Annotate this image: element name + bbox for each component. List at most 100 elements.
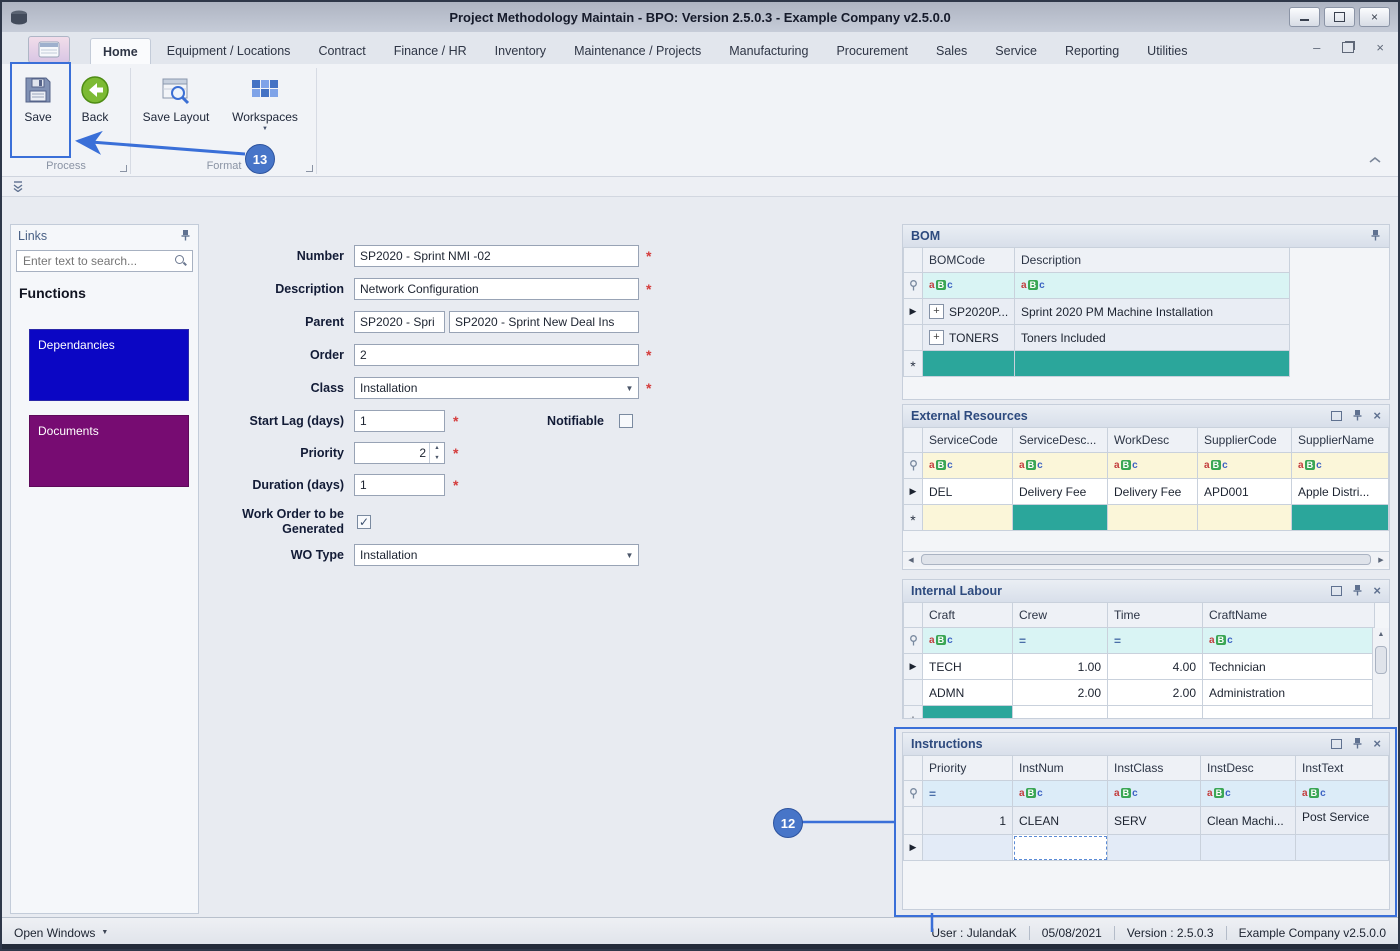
tab-service[interactable]: Service (983, 38, 1049, 64)
er-horizontal-scrollbar[interactable]: ◀ ▶ (903, 551, 1389, 567)
il-new-cell[interactable] (923, 706, 1013, 718)
maximize-button[interactable] (1324, 7, 1355, 27)
er-filter-cell[interactable]: aBc (1292, 453, 1389, 479)
er-cell[interactable]: APD001 (1198, 479, 1292, 505)
il-cell[interactable]: 1.00 (1013, 654, 1108, 680)
inst-edit-cell[interactable] (923, 835, 1013, 861)
minimize-button[interactable] (1289, 7, 1320, 27)
inst-edit-cell[interactable] (1296, 835, 1389, 861)
description-input[interactable] (354, 278, 639, 300)
il-cell[interactable]: 2.00 (1013, 680, 1108, 706)
il-filter-cell[interactable]: = (1108, 628, 1203, 654)
order-input[interactable] (354, 344, 639, 366)
close-panel-icon[interactable]: × (1373, 737, 1381, 750)
expand-plus-icon[interactable]: + (929, 304, 944, 319)
il-cell[interactable]: Technician (1203, 654, 1375, 680)
bom-filter-description[interactable]: aBc (1015, 273, 1290, 299)
inst-cell-insttext[interactable]: Post Service (1296, 807, 1389, 835)
inst-filter-cell[interactable]: aBc (1296, 781, 1389, 807)
er-new-cell[interactable] (1198, 505, 1292, 531)
tab-inventory[interactable]: Inventory (483, 38, 558, 64)
tab-procurement[interactable]: Procurement (824, 38, 920, 64)
bom-new-cell[interactable] (1015, 351, 1290, 377)
parent-code-input[interactable] (354, 311, 445, 333)
class-dropdown[interactable]: Installation ▼ (354, 377, 639, 399)
inst-edit-cell[interactable] (1108, 835, 1201, 861)
process-dialog-launcher-icon[interactable] (120, 165, 127, 172)
workspaces-button[interactable]: Workspaces ▼ (222, 68, 308, 154)
inst-column-priority[interactable]: Priority (923, 755, 1013, 781)
er-filter-cell[interactable]: aBc (1013, 453, 1108, 479)
il-column-time[interactable]: Time (1108, 602, 1203, 628)
il-vertical-scrollbar[interactable]: ▲ (1372, 628, 1389, 718)
inst-cell-instclass[interactable]: SERV (1108, 807, 1201, 835)
il-column-crew[interactable]: Crew (1013, 602, 1108, 628)
tab-manufacturing[interactable]: Manufacturing (717, 38, 820, 64)
open-windows-button[interactable]: Open Windows ▼ (14, 926, 108, 940)
scrollbar-thumb[interactable] (921, 554, 1371, 565)
work-order-generated-checkbox[interactable]: ✓ (357, 515, 371, 529)
il-new-cell[interactable] (1013, 706, 1108, 718)
scrollbar-thumb[interactable] (1375, 646, 1387, 674)
er-filter-cell[interactable]: aBc (1198, 453, 1292, 479)
er-cell[interactable]: DEL (923, 479, 1013, 505)
tab-reporting[interactable]: Reporting (1053, 38, 1131, 64)
wo-type-dropdown[interactable]: Installation ▼ (354, 544, 639, 566)
tab-utilities[interactable]: Utilities (1135, 38, 1199, 64)
inst-cell-instdesc[interactable]: Clean Machi... (1201, 807, 1296, 835)
tab-home[interactable]: Home (90, 38, 151, 64)
tab-contract[interactable]: Contract (306, 38, 377, 64)
scroll-right-icon[interactable]: ▶ (1373, 556, 1389, 564)
close-panel-icon[interactable]: × (1373, 584, 1381, 597)
er-cell[interactable]: Delivery Fee (1108, 479, 1198, 505)
bom-cell-code[interactable]: + TONERS (923, 325, 1015, 351)
er-new-cell[interactable] (1108, 505, 1198, 531)
er-column-servicecode[interactable]: ServiceCode (923, 427, 1013, 453)
tab-maintenance-projects[interactable]: Maintenance / Projects (562, 38, 713, 64)
er-filter-cell[interactable]: aBc (923, 453, 1013, 479)
tab-equipment-locations[interactable]: Equipment / Locations (155, 38, 303, 64)
il-cell[interactable]: 4.00 (1108, 654, 1203, 680)
maximize-panel-icon[interactable] (1331, 586, 1343, 596)
er-cell[interactable]: Delivery Fee (1013, 479, 1108, 505)
priority-stepper[interactable]: 2 ▲ ▼ (354, 442, 445, 464)
er-column-servicedesc[interactable]: ServiceDesc... (1013, 427, 1108, 453)
mdi-restore-icon[interactable] (1342, 42, 1355, 53)
notifiable-checkbox[interactable] (619, 414, 633, 428)
maximize-panel-icon[interactable] (1331, 739, 1343, 749)
il-column-craftname[interactable]: CraftName (1203, 602, 1375, 628)
bom-cell-description[interactable]: Sprint 2020 PM Machine Installation (1015, 299, 1290, 325)
inst-filter-cell[interactable]: aBc (1013, 781, 1108, 807)
il-filter-cell[interactable]: aBc (1203, 628, 1375, 654)
er-new-cell[interactable] (923, 505, 1013, 531)
duration-input[interactable] (354, 474, 445, 496)
il-cell[interactable]: ADMN (923, 680, 1013, 706)
bom-filter-bomcode[interactable]: aBc (923, 273, 1015, 299)
er-column-workdesc[interactable]: WorkDesc (1108, 427, 1198, 453)
inst-column-insttext[interactable]: InstText (1296, 755, 1389, 781)
close-panel-icon[interactable]: × (1373, 409, 1381, 422)
title-bar[interactable]: Project Methodology Maintain - BPO: Vers… (2, 2, 1398, 33)
inst-filter-cell[interactable]: aBc (1108, 781, 1201, 807)
il-new-cell[interactable] (1108, 706, 1203, 718)
inst-edit-cell-focused[interactable] (1013, 835, 1108, 861)
inst-column-instnum[interactable]: InstNum (1013, 755, 1108, 781)
spin-down-icon[interactable]: ▼ (430, 453, 444, 463)
inst-edit-cell[interactable] (1201, 835, 1296, 861)
inst-filter-cell[interactable]: = (923, 781, 1013, 807)
scroll-up-icon[interactable]: ▲ (1373, 628, 1389, 638)
spin-up-icon[interactable]: ▲ (430, 443, 444, 453)
pin-strip[interactable] (2, 177, 1398, 197)
bom-pin-icon[interactable] (1370, 229, 1381, 244)
er-cell[interactable]: Apple Distri... (1292, 479, 1389, 505)
inst-filter-cell[interactable]: aBc (1201, 781, 1296, 807)
inst-cell-instnum[interactable]: CLEAN (1013, 807, 1108, 835)
il-filter-cell[interactable]: aBc (923, 628, 1013, 654)
er-new-cell[interactable] (1013, 505, 1108, 531)
tab-finance-hr[interactable]: Finance / HR (382, 38, 479, 64)
er-filter-cell[interactable]: aBc (1108, 453, 1198, 479)
mdi-close-icon[interactable]: × (1376, 40, 1384, 55)
il-new-cell[interactable] (1203, 706, 1375, 718)
inst-column-instclass[interactable]: InstClass (1108, 755, 1201, 781)
format-dialog-launcher-icon[interactable] (306, 165, 313, 172)
